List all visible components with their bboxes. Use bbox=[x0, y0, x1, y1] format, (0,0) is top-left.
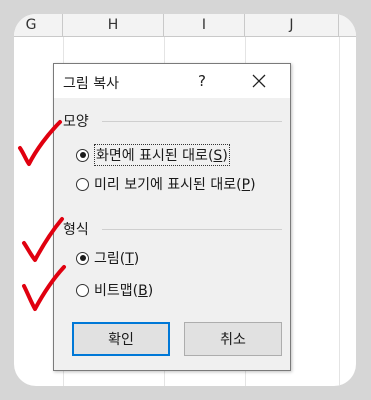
close-icon[interactable] bbox=[250, 72, 268, 90]
radio-picture[interactable]: 그림(T) bbox=[76, 248, 139, 268]
group-divider bbox=[102, 229, 282, 230]
radio-label: 그림(T) bbox=[94, 251, 140, 267]
column-label: H bbox=[107, 17, 119, 33]
radio-label-focused: 화면에 표시된 대로(S) bbox=[94, 144, 230, 166]
cancel-button[interactable]: 취소 bbox=[184, 322, 282, 356]
column-header-g[interactable]: G bbox=[14, 14, 63, 36]
radio-button-selected[interactable] bbox=[76, 148, 89, 162]
checkmark-annotation-icon bbox=[22, 217, 64, 262]
column-header-row: G H I J bbox=[14, 14, 356, 37]
copy-picture-dialog: 그림 복사 ? 모양 화면에 표시된 대로(S) 미리 보기에 표시된 대로(P… bbox=[53, 63, 291, 371]
radio-as-shown-when-printed[interactable]: 미리 보기에 표시된 대로(P) bbox=[76, 174, 256, 194]
radio-as-shown-on-screen[interactable]: 화면에 표시된 대로(S) bbox=[76, 144, 230, 166]
radio-button[interactable] bbox=[76, 177, 89, 191]
column-label: J bbox=[289, 17, 294, 33]
column-header-j[interactable]: J bbox=[245, 14, 339, 36]
group-divider bbox=[102, 121, 282, 122]
radio-bitmap[interactable]: 비트맵(B) bbox=[76, 280, 153, 300]
checkmark-annotation-icon bbox=[22, 265, 66, 311]
dialog-title-bar[interactable]: 그림 복사 ? bbox=[54, 64, 290, 98]
help-icon[interactable]: ? bbox=[198, 72, 206, 90]
appearance-group-label: 모양 bbox=[63, 114, 89, 130]
column-header-h[interactable]: H bbox=[63, 14, 164, 36]
radio-button-selected[interactable] bbox=[76, 251, 89, 265]
ok-button[interactable]: 확인 bbox=[72, 322, 170, 356]
column-header-i[interactable]: I bbox=[164, 14, 245, 36]
grid-line bbox=[339, 37, 340, 386]
radio-label: 비트맵(B) bbox=[94, 283, 154, 299]
radio-label: 미리 보기에 표시된 대로(P) bbox=[94, 177, 256, 193]
dialog-title: 그림 복사 bbox=[63, 76, 119, 92]
column-label: G bbox=[25, 17, 37, 33]
checkmark-annotation-icon bbox=[18, 120, 62, 166]
radio-button[interactable] bbox=[76, 283, 89, 297]
column-label: I bbox=[201, 17, 207, 33]
